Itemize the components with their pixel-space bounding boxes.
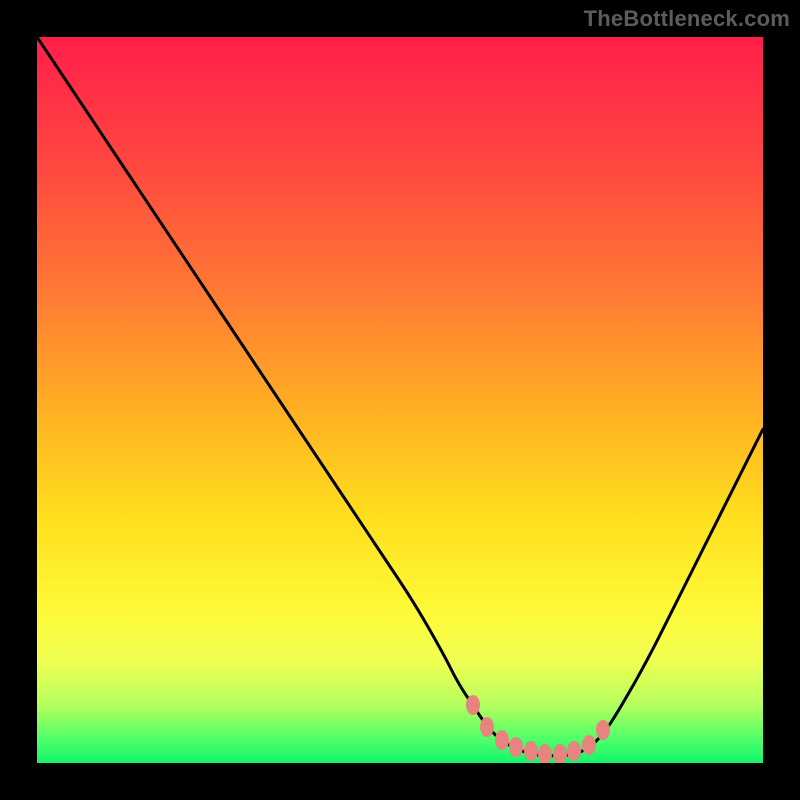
optimal-marker-dot <box>553 744 567 763</box>
optimal-marker-dot <box>509 737 523 757</box>
optimal-marker-dot <box>582 735 596 755</box>
watermark-text: TheBottleneck.com <box>584 6 790 32</box>
optimal-marker-dot <box>480 717 494 737</box>
plot-area <box>37 37 763 763</box>
optimal-marker-dot <box>567 741 581 761</box>
optimal-range-markers <box>37 37 763 763</box>
chart-frame: TheBottleneck.com <box>0 0 800 800</box>
optimal-marker-dot <box>524 741 538 761</box>
optimal-marker-dot <box>495 730 509 750</box>
optimal-marker-dot <box>466 695 480 715</box>
optimal-marker-dot <box>538 744 552 763</box>
optimal-marker-dot <box>596 720 610 740</box>
